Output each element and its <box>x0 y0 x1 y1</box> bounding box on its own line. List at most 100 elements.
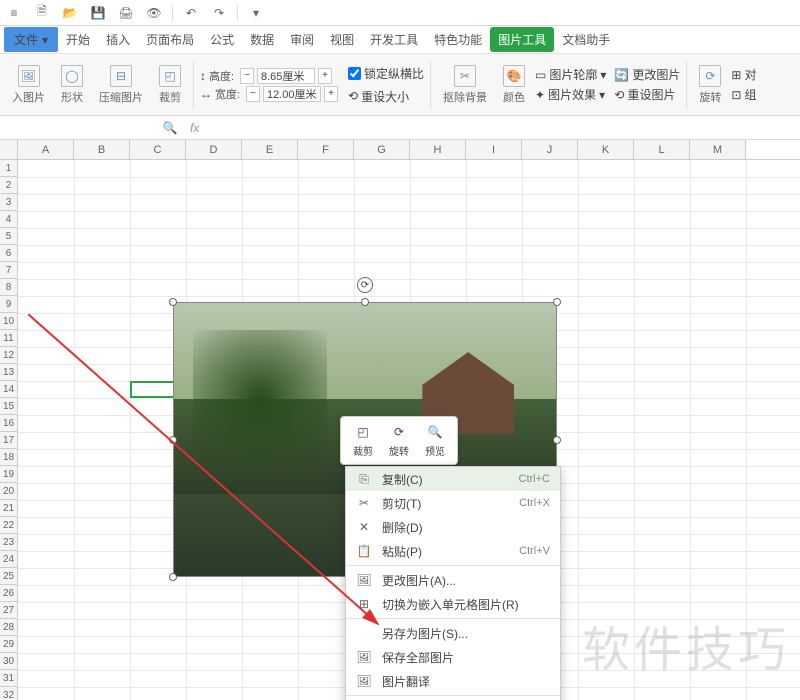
col-header-H[interactable]: H <box>410 140 466 159</box>
dropdown-icon[interactable]: ▾ <box>246 3 266 23</box>
ctx-item[interactable]: ⎘复制(C)Ctrl+C <box>346 467 560 491</box>
col-header-F[interactable]: F <box>298 140 354 159</box>
col-header-G[interactable]: G <box>354 140 410 159</box>
col-header-E[interactable]: E <box>242 140 298 159</box>
resize-handle-n[interactable] <box>361 298 369 306</box>
row-header-21[interactable]: 21 <box>0 500 18 517</box>
tab-data[interactable]: 数据 <box>242 27 282 52</box>
tab-view[interactable]: 视图 <box>322 27 362 52</box>
reset-pic-button[interactable]: ⟲重设图片 <box>614 86 680 103</box>
color-group[interactable]: 🎨颜色 <box>497 57 531 113</box>
tab-picture-tools[interactable]: 图片工具 <box>490 27 554 52</box>
rotate-group[interactable]: ⟳旋转 <box>693 57 727 113</box>
row-header-20[interactable]: 20 <box>0 483 18 500</box>
remove-bg-group[interactable]: ✂抠除背景 <box>437 57 493 113</box>
col-header-I[interactable]: I <box>466 140 522 159</box>
fx-label[interactable]: fx <box>190 121 199 135</box>
col-header-A[interactable]: A <box>18 140 74 159</box>
row-header-7[interactable]: 7 <box>0 262 18 279</box>
row-header-15[interactable]: 15 <box>0 398 18 415</box>
open-icon[interactable]: 📂 <box>60 3 80 23</box>
resize-handle-ne[interactable] <box>553 298 561 306</box>
tab-special[interactable]: 特色功能 <box>426 27 490 52</box>
preview-icon[interactable]: 👁 <box>144 3 164 23</box>
ctx-item[interactable]: ✂剪切(T)Ctrl+X <box>346 491 560 515</box>
ctx-item[interactable]: 另存为图片(S)... <box>346 621 560 645</box>
row-header-26[interactable]: 26 <box>0 585 18 602</box>
height-plus[interactable]: + <box>318 68 332 84</box>
col-header-J[interactable]: J <box>522 140 578 159</box>
row-header-19[interactable]: 19 <box>0 466 18 483</box>
row-header-23[interactable]: 23 <box>0 534 18 551</box>
row-header-3[interactable]: 3 <box>0 194 18 211</box>
row-header-10[interactable]: 10 <box>0 313 18 330</box>
undo-icon[interactable]: ↶ <box>181 3 201 23</box>
row-header-16[interactable]: 16 <box>0 415 18 432</box>
ctx-item[interactable]: 🖼图片翻译 <box>346 669 560 693</box>
row-header-4[interactable]: 4 <box>0 211 18 228</box>
row-header-2[interactable]: 2 <box>0 177 18 194</box>
effect-button[interactable]: ✦图片效果▾ <box>535 86 606 103</box>
insert-picture-group[interactable]: 🖼入图片 <box>6 57 51 113</box>
col-header-C[interactable]: C <box>130 140 186 159</box>
ctx-item[interactable]: 🖼保存全部图片 <box>346 645 560 669</box>
row-header-8[interactable]: 8 <box>0 279 18 296</box>
row-header-18[interactable]: 18 <box>0 449 18 466</box>
print-icon[interactable]: 🖨 <box>116 3 136 23</box>
change-pic-button[interactable]: 🔄更改图片 <box>614 66 680 83</box>
spreadsheet-grid[interactable]: ABCDEFGHIJKLM 12345678910111213141516171… <box>0 140 800 700</box>
resize-handle-nw[interactable] <box>169 298 177 306</box>
float-rotate-button[interactable]: ⟳旋转 <box>381 421 417 460</box>
crop-group[interactable]: ◰裁剪 <box>153 57 187 113</box>
row-header-5[interactable]: 5 <box>0 228 18 245</box>
select-all-corner[interactable] <box>0 140 18 160</box>
app-menu-icon[interactable]: ≡ <box>4 3 24 23</box>
zoom-icon[interactable]: 🔍 <box>160 118 180 138</box>
row-header-6[interactable]: 6 <box>0 245 18 262</box>
row-header-27[interactable]: 27 <box>0 602 18 619</box>
ctx-item[interactable]: ⊞切换为嵌入单元格图片(R) <box>346 592 560 616</box>
row-header-9[interactable]: 9 <box>0 296 18 313</box>
ctx-item[interactable]: 📋粘贴(P)Ctrl+V <box>346 539 560 563</box>
align-button[interactable]: ⊞对 <box>731 66 756 83</box>
ctx-item[interactable]: 🖼更改图片(A)... <box>346 568 560 592</box>
float-crop-button[interactable]: ◰裁剪 <box>345 421 381 460</box>
height-input[interactable]: 8.65厘米 <box>257 68 315 84</box>
compress-group[interactable]: ⊟压缩图片 <box>93 57 149 113</box>
row-header-28[interactable]: 28 <box>0 619 18 636</box>
group-button[interactable]: ⊡组 <box>731 86 756 103</box>
save-icon[interactable]: 💾 <box>88 3 108 23</box>
col-header-D[interactable]: D <box>186 140 242 159</box>
tab-doc-helper[interactable]: 文档助手 <box>554 27 618 52</box>
ctx-item[interactable]: ✕删除(D) <box>346 515 560 539</box>
lock-ratio-checkbox[interactable]: 锁定纵横比 <box>348 65 424 82</box>
redo-icon[interactable]: ↷ <box>209 3 229 23</box>
lock-checkbox-input[interactable] <box>348 67 361 80</box>
width-plus[interactable]: + <box>324 86 338 102</box>
reset-size-button[interactable]: ⟲重设大小 <box>348 88 424 105</box>
col-header-B[interactable]: B <box>74 140 130 159</box>
outline-button[interactable]: ▭图片轮廓▾ <box>535 66 606 83</box>
tab-review[interactable]: 审阅 <box>282 27 322 52</box>
row-header-12[interactable]: 12 <box>0 347 18 364</box>
resize-handle-sw[interactable] <box>169 573 177 581</box>
height-minus[interactable]: − <box>240 68 254 84</box>
row-header-29[interactable]: 29 <box>0 636 18 653</box>
row-header-31[interactable]: 31 <box>0 670 18 687</box>
row-header-1[interactable]: 1 <box>0 160 18 177</box>
row-header-14[interactable]: 14 <box>0 381 18 398</box>
resize-handle-w[interactable] <box>169 436 177 444</box>
width-minus[interactable]: − <box>246 86 260 102</box>
rotate-handle[interactable]: ⟳ <box>357 277 373 293</box>
col-header-M[interactable]: M <box>690 140 746 159</box>
row-header-24[interactable]: 24 <box>0 551 18 568</box>
file-menu[interactable]: 文件▾ <box>4 27 58 52</box>
tab-insert[interactable]: 插入 <box>98 27 138 52</box>
row-header-32[interactable]: 32 <box>0 687 18 700</box>
col-header-L[interactable]: L <box>634 140 690 159</box>
row-header-30[interactable]: 30 <box>0 653 18 670</box>
new-icon[interactable]: 🗎 <box>32 3 52 23</box>
width-input[interactable]: 12.00厘米 <box>263 86 321 102</box>
row-header-13[interactable]: 13 <box>0 364 18 381</box>
tab-layout[interactable]: 页面布局 <box>138 27 202 52</box>
